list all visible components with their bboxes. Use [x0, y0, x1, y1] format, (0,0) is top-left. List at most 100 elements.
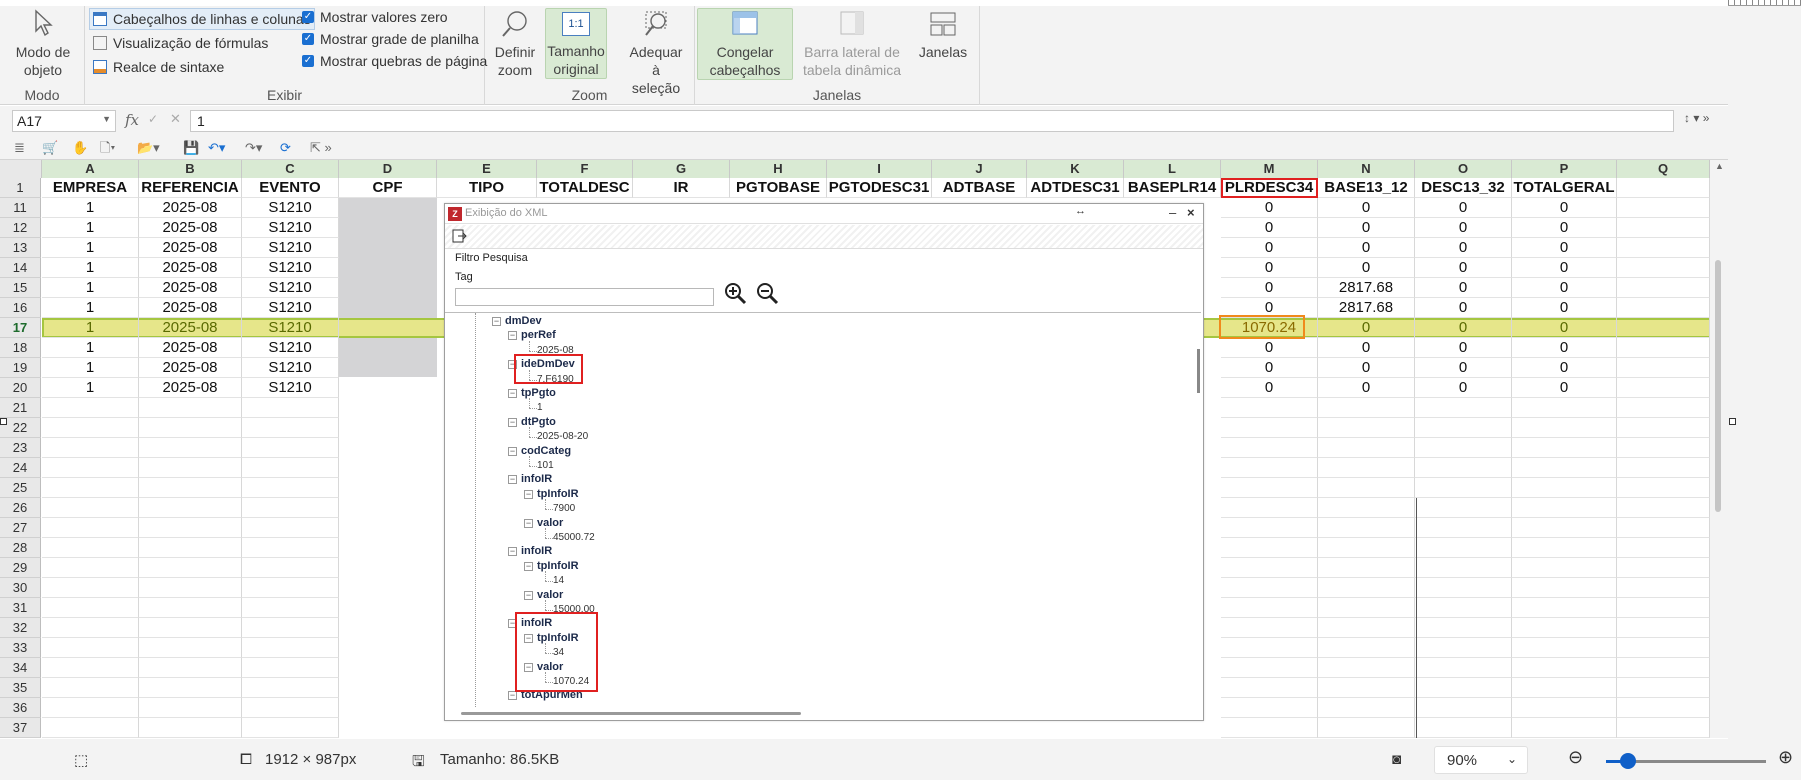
cabecalhos-toggle[interactable]: Cabeçalhos de linhas e colunas [89, 8, 315, 30]
row-header[interactable]: 12 [0, 218, 41, 238]
resize-handle-right[interactable] [1729, 418, 1736, 425]
table-cell[interactable] [139, 518, 242, 538]
xml-value-node[interactable]: 14 [553, 574, 564, 587]
table-cell[interactable] [242, 598, 339, 618]
table-cell[interactable]: 0 [1415, 338, 1512, 358]
table-cell[interactable] [1512, 478, 1617, 498]
janelas-button[interactable]: Janelas [915, 8, 971, 62]
table-cell[interactable] [1512, 578, 1617, 598]
table-cell[interactable]: 0 [1512, 338, 1617, 358]
table-cell[interactable] [242, 518, 339, 538]
table-cell[interactable]: 0 [1512, 318, 1617, 338]
table-cell[interactable] [1221, 498, 1318, 518]
tree-collapse-toggle[interactable]: − [508, 446, 517, 456]
table-cell[interactable]: 1 [42, 378, 139, 398]
table-cell[interactable]: 1 [42, 238, 139, 258]
table-cell[interactable] [242, 558, 339, 578]
table-cell[interactable] [139, 438, 242, 458]
table-cell[interactable] [1318, 638, 1415, 658]
table-cell[interactable] [242, 618, 339, 638]
table-cell[interactable]: 0 [1221, 218, 1318, 238]
table-cell[interactable] [1617, 318, 1710, 338]
table-cell[interactable] [1415, 558, 1512, 578]
table-cell[interactable]: 0 [1415, 218, 1512, 238]
table-cell[interactable] [1617, 598, 1710, 618]
table-cell[interactable] [1512, 498, 1617, 518]
table-cell[interactable] [1617, 518, 1710, 538]
table-cell[interactable] [139, 618, 242, 638]
table-cell[interactable]: 0 [1318, 218, 1415, 238]
table-cell[interactable]: 1 [42, 198, 139, 218]
table-cell[interactable] [1318, 498, 1415, 518]
name-box[interactable]: A17 ▼ [12, 110, 116, 132]
table-cell[interactable] [1415, 538, 1512, 558]
column-header-b[interactable]: B [139, 160, 242, 178]
table-cell[interactable]: S1210 [242, 338, 339, 358]
table-cell[interactable] [1617, 358, 1710, 378]
table-cell[interactable]: 0 [1415, 358, 1512, 378]
table-cell[interactable]: 0 [1221, 378, 1318, 398]
tree-collapse-toggle[interactable]: − [508, 547, 517, 557]
table-cell[interactable] [242, 678, 339, 698]
table-cell[interactable]: 2025-08 [139, 358, 242, 378]
table-cell[interactable]: S1210 [242, 258, 339, 278]
table-cell[interactable] [1318, 438, 1415, 458]
table-cell[interactable]: S1210 [242, 318, 339, 338]
column-header-i[interactable]: I [827, 160, 932, 178]
zoom-out-icon[interactable] [755, 281, 779, 305]
minimize-icon[interactable]: – [1169, 205, 1176, 220]
tree-collapse-toggle[interactable]: − [508, 389, 517, 398]
xml-tag-node[interactable]: infoIR [521, 473, 552, 486]
scroll-up-icon[interactable]: ▲ [1715, 161, 1724, 171]
header-cell[interactable]: EMPRESA [42, 178, 139, 198]
table-cell[interactable] [1512, 518, 1617, 538]
table-cell[interactable] [242, 438, 339, 458]
adequar-selecao-button[interactable]: Adequar à seleção [627, 8, 685, 98]
table-cell[interactable]: 0 [1221, 258, 1318, 278]
row-header[interactable]: 34 [0, 658, 41, 678]
xml-tag-node[interactable]: dmDev [505, 315, 542, 328]
redo-icon[interactable]: ↷▾ [245, 139, 262, 156]
xml-value-node[interactable]: 2025-08-20 [537, 430, 588, 443]
table-cell[interactable] [1415, 418, 1512, 438]
close-icon[interactable]: × [1187, 205, 1195, 220]
header-cell[interactable]: BASEPLR14 [1124, 178, 1221, 198]
table-cell[interactable] [1617, 478, 1710, 498]
table-cell[interactable] [1221, 678, 1318, 698]
mostrar-grade-checkbox[interactable]: ✓ Mostrar grade de planilha [302, 28, 479, 50]
table-cell[interactable]: 0 [1318, 378, 1415, 398]
tree-collapse-toggle[interactable]: − [524, 561, 533, 571]
fit-screen-icon[interactable]: ◙ [1392, 751, 1401, 768]
table-cell[interactable]: S1210 [242, 298, 339, 318]
table-cell[interactable]: S1210 [242, 238, 339, 258]
row-header[interactable]: 31 [0, 598, 41, 618]
table-cell[interactable] [1617, 498, 1710, 518]
table-cell[interactable] [1617, 678, 1710, 698]
scroll-thumb[interactable] [1715, 260, 1721, 512]
table-cell[interactable] [242, 718, 339, 738]
table-cell[interactable]: 1 [42, 338, 139, 358]
xml-tag-node[interactable]: tpPgto [521, 387, 556, 400]
table-cell[interactable] [1318, 558, 1415, 578]
table-cell[interactable] [1415, 658, 1512, 678]
table-cell[interactable] [1512, 538, 1617, 558]
table-cell[interactable] [242, 418, 339, 438]
exit-icon[interactable] [451, 228, 467, 244]
table-cell[interactable] [1415, 578, 1512, 598]
table-cell[interactable] [1617, 558, 1710, 578]
tag-search-input[interactable] [455, 288, 714, 306]
hand-icon[interactable]: ✋ [72, 139, 88, 156]
table-cell[interactable]: 0 [1512, 298, 1617, 318]
column-header-a[interactable]: A [42, 160, 139, 178]
table-cell[interactable] [139, 418, 242, 438]
table-cell[interactable] [42, 498, 139, 518]
row-header[interactable]: 29 [0, 558, 41, 578]
table-cell[interactable]: 0 [1221, 358, 1318, 378]
header-cell[interactable]: IR [633, 178, 730, 198]
table-cell[interactable]: 0 [1415, 238, 1512, 258]
table-cell[interactable] [139, 538, 242, 558]
table-cell[interactable]: 0 [1318, 338, 1415, 358]
table-cell[interactable] [1221, 578, 1318, 598]
header-cell[interactable]: TIPO [437, 178, 537, 198]
table-cell[interactable]: 1 [42, 318, 139, 338]
